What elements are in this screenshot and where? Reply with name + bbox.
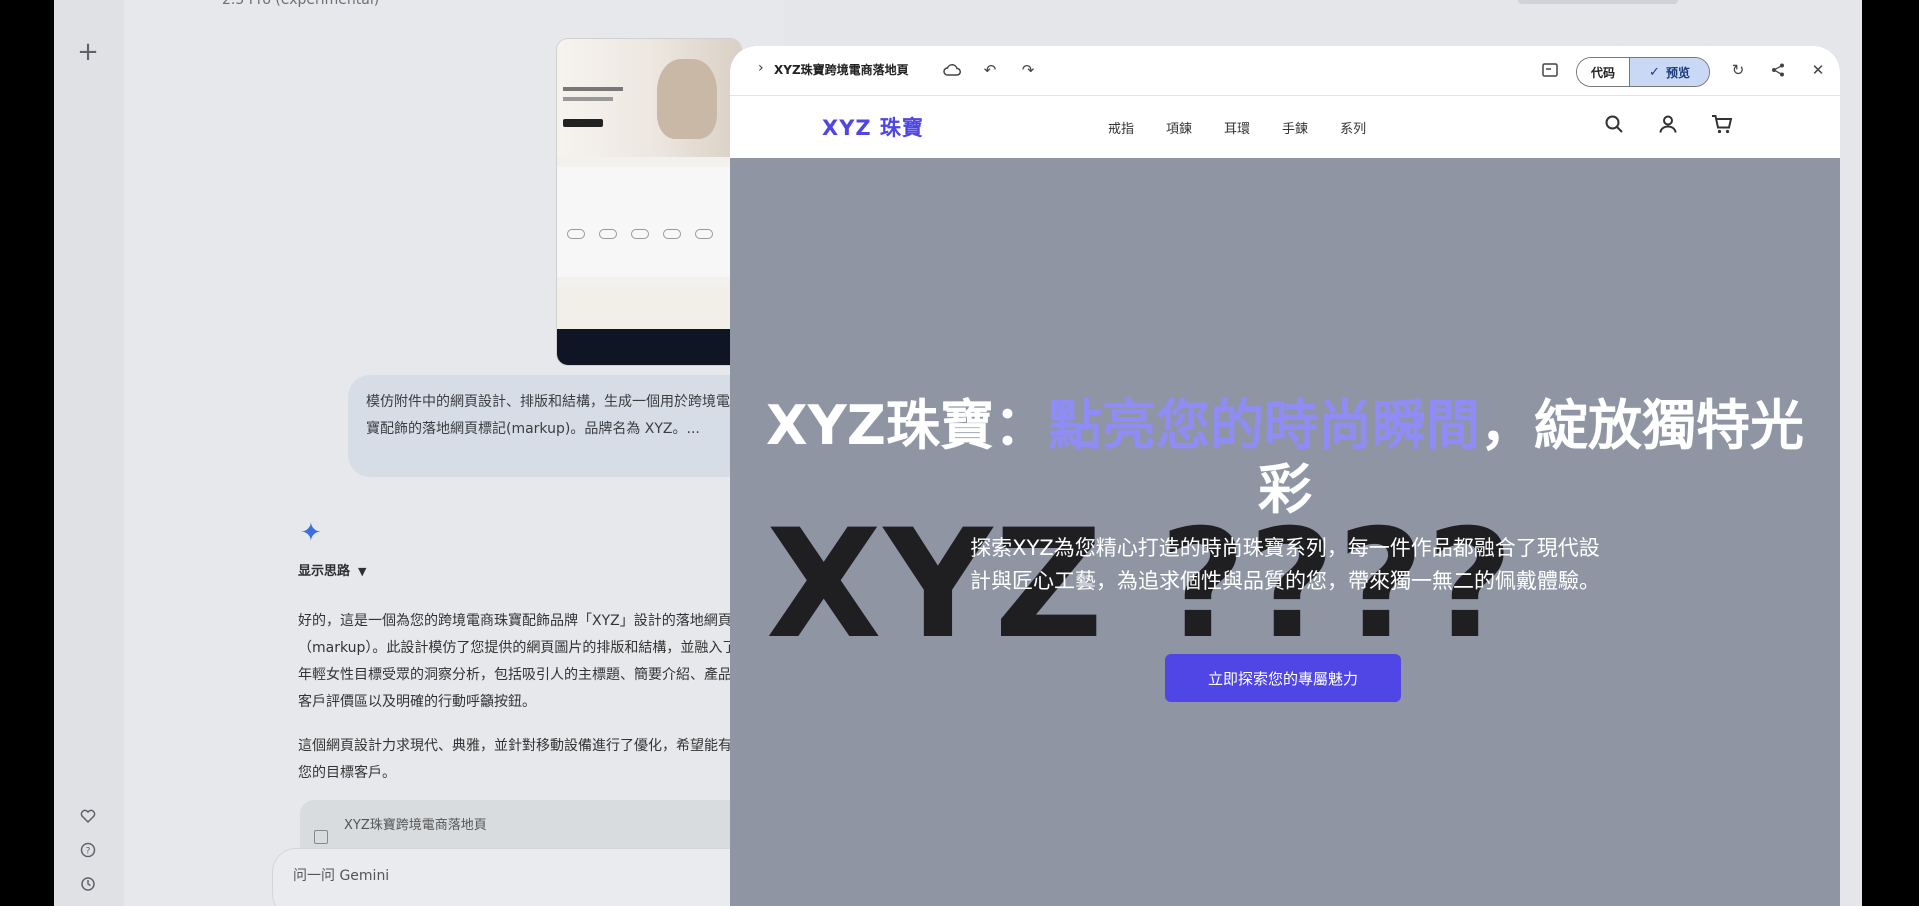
console-icon[interactable]: [1538, 58, 1562, 82]
hero-section: XYZ ???? XYZ珠寶：點亮您的時尚瞬間，綻放獨特光彩 探索XYZ為您精心…: [730, 158, 1840, 906]
model-selector[interactable]: 2.5 Pro (experimental): [222, 0, 379, 8]
cart-icon[interactable]: [1708, 110, 1736, 138]
activity-button[interactable]: [76, 872, 100, 896]
plus-icon: +: [77, 37, 99, 67]
spark-icon: ✦: [300, 518, 322, 548]
menu-item-necklaces[interactable]: 項鍊: [1166, 118, 1192, 137]
collapse-chevron-icon[interactable]: ›: [758, 60, 764, 76]
prompt-placeholder: 问一问 Gemini: [293, 868, 390, 884]
show-thinking-toggle[interactable]: 显示思路 ▼: [298, 560, 366, 579]
svg-text:?: ?: [86, 847, 91, 857]
answer-paragraph: 好的，這是一個為您的跨境電商珠寶配飾品牌「XYZ」設計的落地網頁標記（marku…: [298, 613, 793, 710]
screen-border: [1862, 0, 1919, 906]
user-message-text: 模仿附件中的網頁設計、排版和結構，生成一個用於跨境電商珠寶配飾的落地網頁標記(m…: [366, 394, 758, 437]
site-navbar: XYZ 珠寶 戒指 項鍊 耳環 手鍊 系列: [730, 96, 1840, 158]
hero-title: XYZ珠寶：點亮您的時尚瞬間，綻放獨特光彩: [750, 394, 1820, 522]
cta-button[interactable]: 立即探索您的專屬魅力: [1165, 654, 1401, 702]
refresh-icon[interactable]: ↻: [1726, 58, 1750, 82]
help-button[interactable]: ?: [76, 838, 100, 862]
check-icon: ✓: [1649, 64, 1660, 80]
preview-toolbar: › XYZ珠寶跨境電商落地頁 ↶ ↷ 代码 ✓ 预览 ↻ ✕: [730, 46, 1840, 96]
code-tab[interactable]: 代码: [1577, 58, 1629, 86]
site-menu: 戒指 項鍊 耳環 手鍊 系列: [1108, 118, 1398, 137]
new-chat-button[interactable]: +: [70, 34, 106, 70]
show-thinking-label: 显示思路: [298, 564, 351, 579]
answer-paragraph: 這個網頁設計力求現代、典雅，並針對移動設備進行了優化，希望能有效地吸引您的目標客…: [298, 738, 788, 781]
top-bar-fragment: [1518, 0, 1678, 4]
menu-item-bracelets[interactable]: 手鍊: [1282, 118, 1308, 137]
chevron-down-icon: ▼: [358, 565, 367, 578]
hero-title-pre: XYZ珠寶：: [766, 394, 1048, 457]
heart-icon: [80, 809, 96, 824]
user-icon[interactable]: [1654, 110, 1682, 138]
artifact-title: XYZ珠寶跨境電商落地頁: [344, 818, 487, 833]
menu-item-earrings[interactable]: 耳環: [1224, 118, 1250, 137]
help-icon: ?: [80, 842, 96, 858]
chat-pane: 2.5 Pro (experimental) 模仿附件中的網頁設計、排版和結構，…: [124, 0, 826, 906]
menu-item-rings[interactable]: 戒指: [1108, 118, 1134, 137]
redo-icon[interactable]: ↷: [1016, 58, 1040, 82]
menu-item-collections[interactable]: 系列: [1340, 118, 1366, 137]
history-icon: [81, 877, 95, 891]
undo-icon[interactable]: ↶: [978, 58, 1002, 82]
document-icon: [314, 830, 328, 844]
search-icon[interactable]: [1600, 110, 1628, 138]
gem-manager-button[interactable]: [76, 804, 100, 828]
site-brand[interactable]: XYZ 珠寶: [822, 112, 924, 142]
code-preview-toggle[interactable]: 代码 ✓ 预览: [1576, 57, 1710, 87]
preview-tab[interactable]: ✓ 预览: [1629, 58, 1709, 86]
preview-title: XYZ珠寶跨境電商落地頁: [774, 63, 909, 77]
cloud-icon[interactable]: [940, 58, 964, 82]
share-icon[interactable]: [1766, 58, 1790, 82]
left-rail: + ?: [54, 0, 124, 906]
preview-tab-label: 预览: [1665, 65, 1690, 80]
hero-title-highlight: 點亮您的時尚瞬間: [1047, 394, 1480, 457]
close-icon[interactable]: ✕: [1806, 58, 1830, 82]
attached-image[interactable]: [556, 38, 742, 366]
canvas-preview-panel: › XYZ珠寶跨境電商落地頁 ↶ ↷ 代码 ✓ 预览 ↻ ✕ XYZ 珠寶 戒指 …: [730, 46, 1840, 906]
hero-subtitle: 探索XYZ為您精心打造的時尚珠寶系列，每一件作品都融合了現代設計與匠心工藝，為追…: [970, 536, 1600, 593]
